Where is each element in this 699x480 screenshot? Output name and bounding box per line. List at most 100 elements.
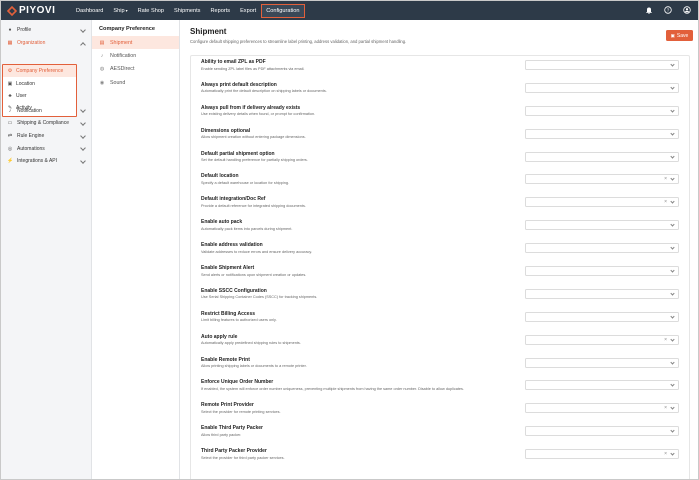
setting-description: Send alerts or notifications upon shipme…: [201, 272, 307, 277]
sidebar2-item-sound[interactable]: ◉ Sound: [92, 76, 179, 89]
nav-configuration-label: Configuration: [266, 7, 300, 14]
setting-label: Default partial shipment option: [201, 150, 275, 157]
sidebar-item-organization[interactable]: ▦ Organization: [1, 37, 91, 50]
setting-row: Enforce Unique Order Number If enabled, t…: [191, 376, 689, 399]
chevron-down-icon: [670, 85, 675, 90]
svg-text:?: ?: [667, 8, 670, 13]
setting-select[interactable]: [525, 288, 679, 299]
setting-description: Automatically print the default descript…: [201, 89, 327, 94]
sidebar-item-integrations-api[interactable]: ⚡ Integrations & API: [1, 155, 91, 168]
setting-select[interactable]: ×: [525, 449, 679, 460]
nav-rate-shop[interactable]: Rate Shop: [133, 1, 169, 20]
chevron-down-icon: [80, 145, 86, 152]
nav-shipments-label: Shipments: [174, 7, 201, 14]
clear-icon[interactable]: ×: [664, 405, 667, 412]
sidebar2-item-aesdirect[interactable]: ◍ AESDirect: [92, 63, 179, 76]
setting-label: Third Party Packer Provider: [201, 448, 267, 455]
sidebar-item-label: Company Preference: [16, 68, 64, 75]
setting-label: Remote Print Provider: [201, 402, 254, 409]
clear-icon[interactable]: ×: [664, 199, 667, 206]
setting-description: Automatically apply predefined shipping …: [201, 341, 301, 346]
setting-select[interactable]: [525, 311, 679, 322]
app-window: PIYOVI Dashboard Ship ▾ Rate Shop Shipmen…: [0, 0, 699, 480]
setting-select[interactable]: [525, 266, 679, 277]
sidebar-item-notification[interactable]: ♪ Notification: [1, 104, 91, 117]
users-icon: ♣: [8, 92, 12, 99]
clear-icon[interactable]: ×: [664, 176, 667, 183]
setting-select[interactable]: [525, 380, 679, 391]
nav-reports[interactable]: Reports: [205, 1, 235, 20]
clear-icon[interactable]: ×: [664, 337, 667, 344]
setting-select[interactable]: ×: [525, 174, 679, 185]
setting-select[interactable]: [525, 220, 679, 231]
save-button-label: Save: [676, 32, 689, 39]
setting-row: Always print default description Automati…: [191, 79, 689, 102]
nav-export[interactable]: Export: [235, 1, 261, 20]
sidebar2-item-notification[interactable]: ♪ Notification: [92, 49, 179, 62]
sidebar2-item-shipment[interactable]: ▤ Shipment: [92, 36, 179, 50]
chevron-down-icon: [670, 268, 675, 273]
chevron-down-icon: [80, 158, 86, 164]
save-icon: ▣: [670, 32, 675, 38]
chevron-down-icon: [670, 222, 675, 227]
setting-row: Enable Remote Print Allow printing shippi…: [191, 354, 689, 377]
chevron-down-icon: [670, 153, 675, 159]
logo-text: PIYOVI: [19, 5, 56, 16]
setting-select[interactable]: [525, 357, 679, 368]
sidebar2-item-label: Sound: [110, 79, 126, 86]
chevron-down-icon: [80, 27, 86, 33]
sidebar-item-shipping-compliance[interactable]: ▭ Shipping & Compliance: [1, 117, 91, 130]
bell-icon[interactable]: [644, 5, 654, 15]
setting-label: Enable Third Party Packer: [201, 425, 263, 432]
setting-select[interactable]: [525, 82, 679, 93]
sidebar-item-rule-engine[interactable]: ⇄ Rule Engine: [1, 130, 91, 143]
user-icon: ●: [8, 27, 12, 34]
save-button[interactable]: ▣ Save: [666, 30, 693, 41]
setting-row: Restrict Billing Access Limit billing fea…: [191, 308, 689, 331]
chevron-down-icon: [670, 405, 675, 410]
setting-description: Validate addresses to reduce errors and …: [201, 249, 313, 254]
chevron-down-icon: [670, 359, 675, 365]
user-icon[interactable]: [682, 5, 692, 15]
sidebar-item-company-preference[interactable]: ⚙ Company Preference: [3, 65, 76, 78]
sidebar-item-automations[interactable]: ◎ Automations: [1, 142, 91, 155]
setting-description: Enable sending ZPL label files as PDF at…: [201, 66, 305, 71]
setting-select[interactable]: [525, 60, 679, 70]
nav-configuration[interactable]: Configuration: [261, 3, 305, 18]
sidebar-item-location[interactable]: ▣ Location: [3, 77, 76, 89]
setting-row: Dimensions optional Allow shipment creati…: [191, 125, 689, 148]
setting-label: Enable SSCC Configuration: [201, 287, 267, 294]
chevron-down-icon: [670, 314, 675, 319]
nav-dashboard[interactable]: Dashboard: [71, 1, 108, 20]
setting-row: Default location Specify a default wareho…: [191, 170, 689, 193]
sidebar-item-label: Automations: [17, 145, 45, 152]
setting-select[interactable]: [525, 243, 679, 254]
sidebar-item-label: Organization: [17, 40, 46, 47]
nav-shipments[interactable]: Shipments: [169, 1, 205, 20]
setting-description: If enabled, the system will enforce orde…: [201, 386, 464, 391]
setting-select[interactable]: ×: [525, 403, 679, 414]
sidebar-item-user[interactable]: ♣ User: [3, 90, 76, 102]
sidebar-item-label: Location: [16, 80, 35, 87]
setting-select[interactable]: [525, 128, 679, 139]
setting-select[interactable]: [525, 105, 679, 116]
setting-select[interactable]: [525, 151, 679, 162]
setting-description: Limit billing features to authorized use…: [201, 318, 277, 323]
setting-select[interactable]: ×: [525, 197, 679, 208]
location-icon: ▣: [7, 80, 13, 87]
setting-select[interactable]: ×: [525, 334, 679, 345]
app-logo[interactable]: PIYOVI: [7, 4, 55, 17]
setting-description: Automatically pack items into parcels du…: [201, 226, 293, 231]
nav-export-label: Export: [240, 7, 257, 14]
clear-icon[interactable]: ×: [664, 451, 667, 458]
setting-row: Enable address validation Validate addres…: [191, 239, 689, 262]
setting-label: Enable Remote Print: [201, 356, 250, 363]
help-icon[interactable]: ?: [663, 5, 673, 15]
main-nav: Dashboard Ship ▾ Rate Shop Shipments Repo…: [71, 1, 305, 20]
setting-select[interactable]: [525, 426, 679, 437]
chevron-up-icon: [80, 41, 86, 48]
setting-row: Third Party Packer Provider Select the pr…: [191, 445, 689, 468]
sidebar-item-profile[interactable]: ● Profile: [1, 24, 91, 37]
nav-ship[interactable]: Ship ▾: [108, 1, 132, 20]
setting-label: Auto apply rule: [201, 333, 238, 340]
